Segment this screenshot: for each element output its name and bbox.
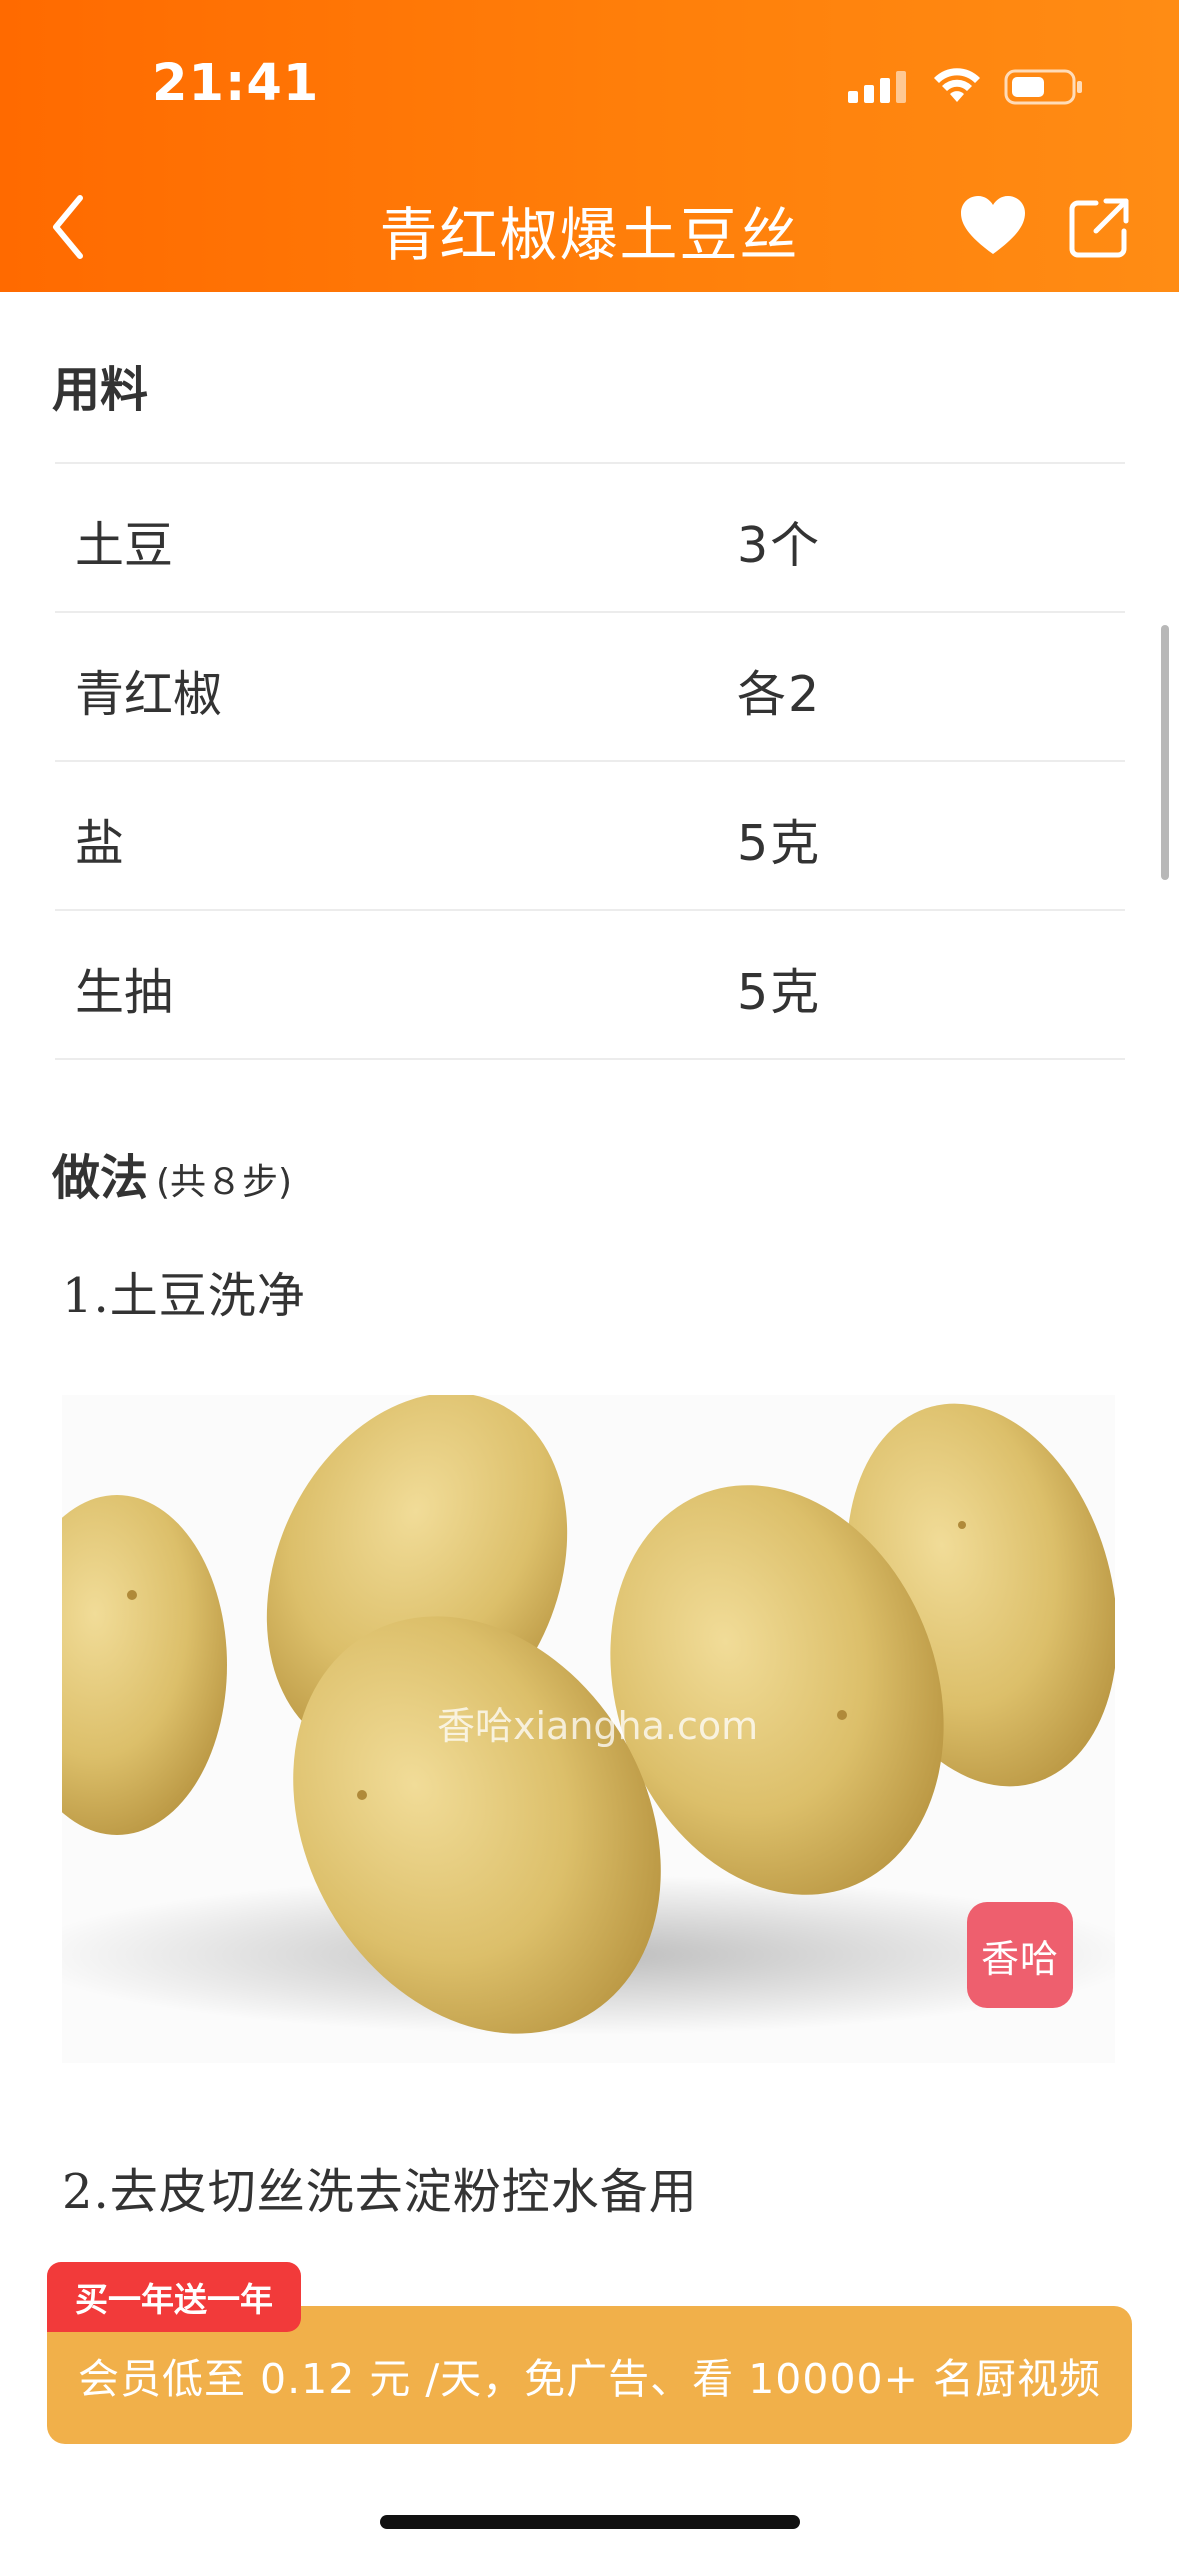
ingredient-name: 盐 — [75, 815, 125, 872]
app-header: 21:41 青红椒爆土豆丝 — [0, 0, 1179, 292]
ingredient-row: 生抽 5克 — [55, 909, 1125, 1060]
ingredient-amount: 3个 — [737, 517, 822, 574]
status-time: 21:41 — [152, 54, 320, 113]
step-text: 1.土豆洗净 — [62, 1268, 306, 1324]
status-icons — [848, 62, 1084, 112]
battery-icon — [1004, 69, 1082, 105]
steps-title-label: 做法 — [52, 1150, 149, 1206]
ingredient-name: 生抽 — [75, 964, 174, 1021]
ingredients-title: 用料 — [52, 362, 149, 418]
image-watermark: 香哈xiangha.com — [437, 1704, 759, 1748]
ingredient-row: 盐 5克 — [55, 760, 1125, 909]
share-button[interactable] — [1066, 195, 1132, 261]
ingredient-amount: 5克 — [737, 815, 822, 872]
share-icon — [1069, 198, 1129, 258]
home-indicator[interactable] — [380, 2515, 800, 2529]
cellular-signal-icon — [848, 71, 906, 103]
ingredient-amount: 5克 — [737, 964, 822, 1021]
steps-title: 做法 (共８步) — [52, 1138, 292, 1208]
ingredient-name: 土豆 — [75, 517, 174, 574]
step-text: 2.去皮切丝洗去淀粉控水备用 — [62, 2164, 698, 2220]
steps-count: (共８步) — [156, 1162, 293, 1203]
ingredient-row: 土豆 3个 — [55, 462, 1125, 611]
heart-icon — [961, 196, 1025, 254]
promo-text: 会员低至 0.12 元 /天，免广告、看 10000+ 名厨视频 — [77, 2355, 1102, 2403]
step-image[interactable]: 香哈xiangha.com 香哈 — [62, 1395, 1115, 2063]
ingredients-table: 土豆 3个 青红椒 各2 盐 5克 生抽 5克 — [55, 462, 1125, 1060]
scrollbar[interactable] — [1161, 625, 1169, 880]
ingredient-amount: 各2 — [737, 666, 822, 723]
ingredient-name: 青红椒 — [75, 666, 223, 723]
xiangha-logo: 香哈 — [967, 1902, 1073, 2008]
ingredient-row: 青红椒 各2 — [55, 611, 1125, 760]
favorite-button[interactable] — [958, 192, 1028, 262]
wifi-icon — [934, 68, 980, 102]
promo-tag: 买一年送一年 — [47, 2262, 301, 2332]
